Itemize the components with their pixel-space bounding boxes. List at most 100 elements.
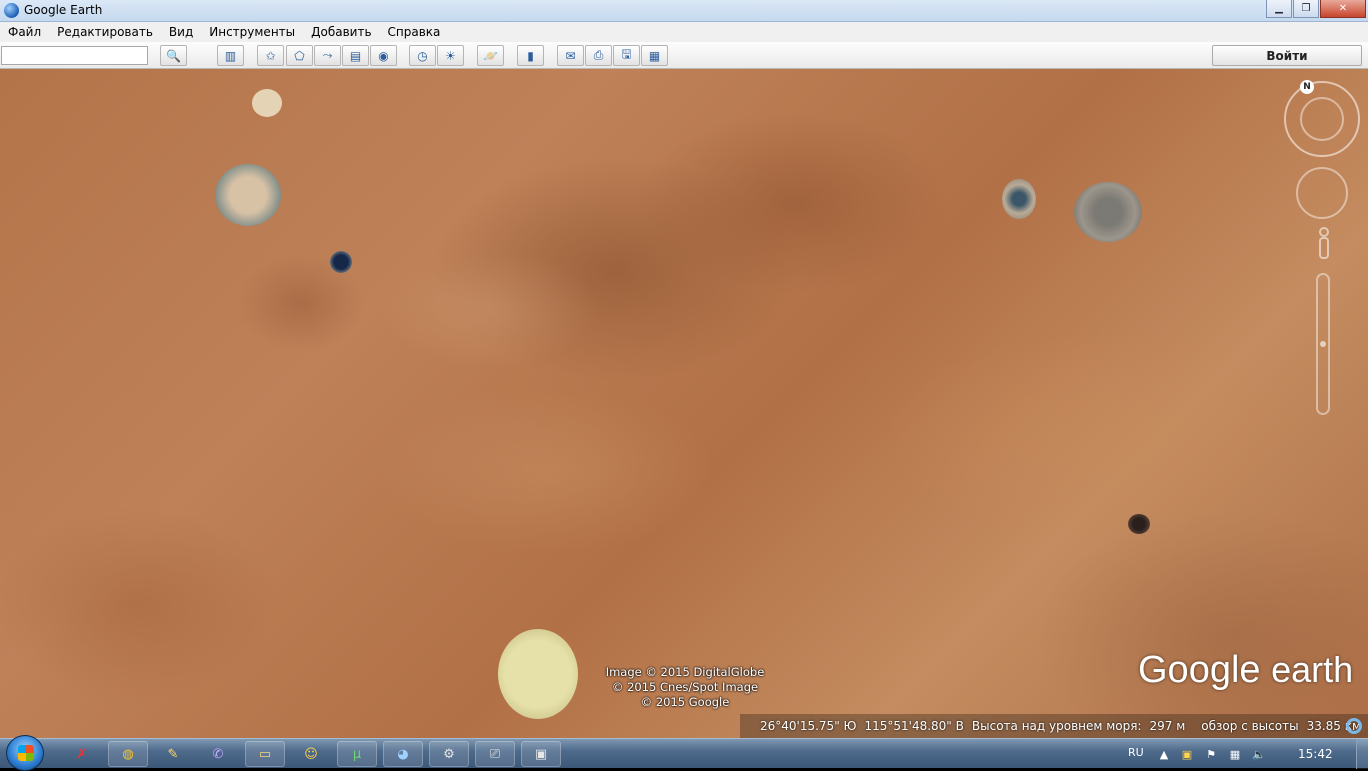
- taskbar-chrome[interactable]: ◍: [108, 741, 148, 767]
- window-controls: ▁ ❐ ✕: [1265, 0, 1366, 18]
- taskbar-window-icon: ▣: [534, 746, 548, 762]
- eye-altitude-label: обзор с высоты: [1201, 719, 1299, 733]
- menu-file[interactable]: Файл: [0, 25, 49, 39]
- tray-expand-icon[interactable]: ▲: [1157, 747, 1171, 761]
- view-in-maps-button[interactable]: ▦: [641, 45, 668, 66]
- save-image-icon: 🖫: [621, 47, 632, 61]
- taskbar-acrobat[interactable]: ✗: [62, 741, 102, 767]
- add-polygon-button[interactable]: ⬠: [286, 45, 313, 66]
- add-image-overlay-button[interactable]: ▤: [342, 45, 369, 66]
- taskbar-utorrent[interactable]: µ: [337, 741, 377, 767]
- dark-pond: [1128, 514, 1150, 534]
- taskbar-tool[interactable]: ✎: [153, 741, 193, 767]
- north-indicator[interactable]: N: [1300, 80, 1314, 94]
- compass-inner: [1300, 97, 1344, 141]
- show-desktop-button[interactable]: [1356, 739, 1368, 769]
- menu-edit[interactable]: Редактировать: [49, 25, 161, 39]
- print-button[interactable]: ⎙: [585, 45, 612, 66]
- search-button[interactable]: 🔍: [160, 45, 187, 66]
- title-bar: Google Earth ▁ ❐ ✕: [0, 0, 1368, 22]
- add-placemark-icon: ✩: [265, 48, 276, 63]
- menu-bar: Файл Редактировать Вид Инструменты Добав…: [0, 22, 1368, 42]
- latitude-readout: 26°40'15.75" Ю: [760, 719, 857, 733]
- ruler-icon: ▮: [527, 48, 534, 63]
- language-indicator[interactable]: RU: [1128, 746, 1144, 759]
- zoom-slider[interactable]: [1316, 273, 1330, 415]
- taskbar-usb[interactable]: ⎚: [475, 741, 515, 767]
- maximize-icon: ❐: [1301, 3, 1311, 14]
- ruler-button[interactable]: ▮: [517, 45, 544, 66]
- logo-google: Google: [1138, 649, 1261, 691]
- sunlight-icon: ☀: [445, 48, 456, 63]
- taskbar-explorer[interactable]: ▭: [245, 741, 285, 767]
- search-input[interactable]: [1, 46, 148, 65]
- menu-help[interactable]: Справка: [380, 25, 449, 39]
- taskbar-app-icon: ⚙: [443, 746, 455, 762]
- minimize-icon: ▁: [1275, 3, 1283, 14]
- switch-planet-icon: 🪐: [483, 48, 498, 63]
- taskbar-google-earth[interactable]: ◕: [383, 741, 423, 767]
- crater-lake: [1002, 179, 1036, 219]
- search-icon: 🔍: [166, 48, 181, 63]
- menu-add[interactable]: Добавить: [303, 25, 379, 39]
- volume-icon[interactable]: 🔈: [1252, 747, 1266, 761]
- attribution-line: © 2015 Google: [640, 695, 730, 709]
- switch-planet-button[interactable]: 🪐: [477, 45, 504, 66]
- compass-ring[interactable]: N: [1284, 80, 1360, 157]
- signin-button[interactable]: Войти: [1212, 45, 1362, 66]
- taskbar-app[interactable]: ⚙: [429, 741, 469, 767]
- network-icon[interactable]: ▦: [1228, 747, 1242, 761]
- taskbar-viber-icon: ✆: [212, 746, 224, 762]
- historical-imagery-button[interactable]: ◷: [409, 45, 436, 66]
- save-image-button[interactable]: 🖫: [613, 45, 640, 66]
- add-polygon-icon: ⬠: [294, 48, 305, 63]
- salt-lake: [498, 629, 578, 719]
- menu-tools[interactable]: Инструменты: [201, 25, 303, 39]
- attribution-line: Image © 2015 DigitalGlobe: [605, 665, 765, 679]
- taskbar-usb-icon: ⎚: [489, 746, 501, 762]
- crater-lake: [215, 164, 281, 226]
- clock[interactable]: 15:42: [1298, 747, 1333, 761]
- taskbar-utorrent-icon: µ: [352, 746, 362, 762]
- map-view[interactable]: N Image © 2015 DigitalGlobe © 2015 Cnes/…: [0, 69, 1368, 738]
- grey-pan: [1074, 182, 1142, 242]
- elevation-value: 297 м: [1149, 719, 1186, 733]
- taskbar-window[interactable]: ▣: [521, 741, 561, 767]
- tray-app-icon[interactable]: ▣: [1180, 747, 1194, 761]
- close-button[interactable]: ✕: [1320, 0, 1366, 18]
- zoom-slider-knob[interactable]: [1320, 341, 1326, 347]
- elevation-label: Высота над уровнем моря:: [971, 719, 1142, 733]
- print-icon: ⎙: [593, 48, 604, 62]
- sunlight-button[interactable]: ☀: [437, 45, 464, 66]
- action-center-flag-icon[interactable]: ⚑: [1204, 747, 1218, 761]
- historical-imagery-icon: ◷: [417, 48, 428, 63]
- minimize-button[interactable]: ▁: [1266, 0, 1292, 18]
- dark-pond: [330, 251, 352, 273]
- taskbar-explorer-icon: ▭: [258, 746, 272, 762]
- street-view-icon[interactable]: [1317, 227, 1331, 261]
- view-in-maps-icon: ▦: [648, 48, 661, 63]
- taskbar: ✗ ◍ ✎ ✆ ▭ ☺ µ ◕ ⚙ ⎚ ▣ RU ▲ ▣ ⚑ ▦ 🔈 15:42: [0, 735, 1368, 771]
- taskbar-winamp-icon: ☺: [304, 746, 318, 762]
- record-tour-button[interactable]: ◉: [370, 45, 397, 66]
- imagery-attribution: Image © 2015 DigitalGlobe © 2015 Cnes/Sp…: [600, 665, 770, 710]
- taskbar-viber[interactable]: ✆: [198, 741, 238, 767]
- sidebar-toggle-button[interactable]: ▥: [217, 45, 244, 66]
- look-control[interactable]: [1296, 167, 1348, 219]
- menu-view[interactable]: Вид: [161, 25, 201, 39]
- longitude-readout: 115°51'48.80" В: [864, 719, 964, 733]
- add-path-button[interactable]: ⤳: [314, 45, 341, 66]
- google-earth-logo: Google earth: [1138, 649, 1353, 692]
- sidebar-toggle-icon: ▥: [224, 48, 237, 63]
- maximize-button[interactable]: ❐: [1293, 0, 1319, 18]
- add-path-icon: ⤳: [322, 48, 333, 62]
- windows-logo-icon: [18, 745, 34, 761]
- attribution-line: © 2015 Cnes/Spot Image: [611, 680, 759, 694]
- add-image-overlay-icon: ▤: [349, 48, 362, 63]
- start-button[interactable]: [6, 735, 44, 771]
- taskbar-winamp[interactable]: ☺: [291, 741, 331, 767]
- add-placemark-button[interactable]: ✩: [257, 45, 284, 66]
- window-title: Google Earth: [24, 3, 103, 17]
- close-icon: ✕: [1338, 3, 1348, 14]
- email-button[interactable]: ✉: [557, 45, 584, 66]
